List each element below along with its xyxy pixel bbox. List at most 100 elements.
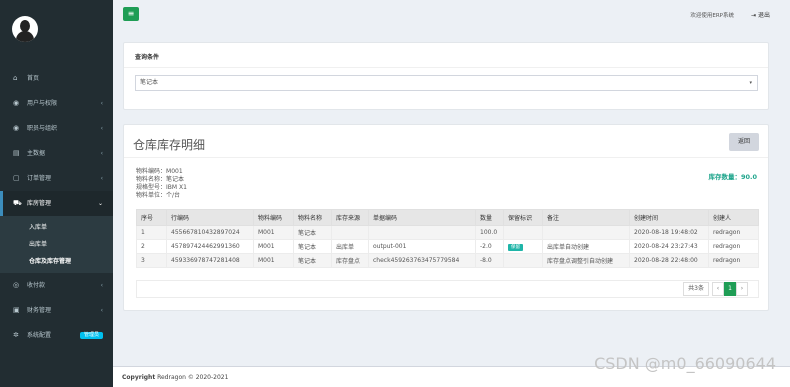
cell-material-name: 笔记本 (293, 253, 332, 268)
cell-material-name: 笔记本 (293, 239, 332, 254)
avatar[interactable] (12, 16, 38, 42)
material-select[interactable]: 笔记本 ▾ (135, 75, 758, 91)
cell-reserve: 保留 (503, 239, 543, 254)
inventory-table: 序号 行编码 物料编码 物料名称 库存来源 单据编码 数量 保留标识 备注 创建… (136, 209, 759, 268)
sidebar-item-label: 主数据 (27, 150, 46, 157)
total-count: 共3条 (683, 282, 709, 296)
submenu-item-outbound[interactable]: 出库单 (0, 236, 113, 253)
sidebar-menu: ⌂ 首页 ◉ 用户与权限 ‹ ◉ 职员与组织 ‹ ▤ 主数据 ‹ ▢ 订单管理 … (0, 66, 113, 348)
next-page-button[interactable]: › (736, 282, 748, 296)
sidebar: ⌂ 首页 ◉ 用户与权限 ‹ ◉ 职员与组织 ‹ ▤ 主数据 ‹ ▢ 订单管理 … (0, 0, 113, 387)
back-button[interactable]: 返回 (729, 133, 759, 151)
logout-button[interactable]: ⇥ 退出 (751, 10, 770, 19)
sidebar-item-label: 系统配置 (27, 332, 52, 339)
sidebar-item-master-data[interactable]: ▤ 主数据 ‹ (0, 141, 113, 166)
sidebar-toggle-button[interactable]: ≡ (123, 7, 139, 21)
divider (124, 157, 768, 158)
data-icon: ▤ (13, 149, 20, 157)
cell-doc-code (368, 225, 476, 240)
chevron-left-icon: ‹ (100, 175, 103, 182)
divider (124, 67, 768, 68)
cell-source: 出库单 (331, 239, 369, 254)
col-header: 创建人 (708, 209, 759, 226)
org-icon: ◉ (13, 124, 20, 132)
cell-quantity: 100.0 (475, 225, 504, 240)
submenu-item-inbound[interactable]: 入库单 (0, 219, 113, 236)
sidebar-item-label: 收付款 (27, 282, 46, 289)
col-header: 备注 (542, 209, 630, 226)
cell-remark: 库存盘点调整引自动创建 (542, 253, 630, 268)
cell-line-code: 455667810432897024 (166, 225, 254, 240)
pagination-bar (136, 280, 759, 298)
chevron-down-icon: ⌄ (97, 200, 103, 207)
page-1-button[interactable]: 1 (724, 282, 736, 296)
chevron-left-icon: ‹ (100, 150, 103, 157)
prev-page-button[interactable]: ‹ (712, 282, 724, 296)
top-navbar: ≡ 欢迎使用ERP系统 ⇥ 退出 (113, 0, 790, 30)
table-row[interactable]: 1 455667810432897024 M001 笔记本 100.0 2020… (136, 225, 759, 240)
cell-quantity: -2.0 (475, 239, 504, 254)
cell-created-at: 2020-08-28 22:48:00 (629, 253, 709, 268)
pagination: 共3条 ‹ 1 › (683, 282, 748, 296)
reserve-tag: 保留 (508, 243, 523, 251)
cell-material-code: M001 (253, 253, 294, 268)
user-panel (0, 0, 113, 66)
col-header: 行编码 (166, 209, 254, 226)
sidebar-item-orders[interactable]: ▢ 订单管理 ‹ (0, 166, 113, 191)
order-icon: ▢ (13, 174, 20, 182)
cell-creator: redragon (708, 225, 759, 240)
col-header: 物料名称 (293, 209, 332, 226)
material-info: 物料编码：M001 物料名称：笔记本 规格型号：IBM X1 物料单位：个/台 (136, 168, 187, 200)
col-header: 创建时间 (629, 209, 709, 226)
sidebar-item-label: 用户与权限 (27, 100, 58, 107)
cell-remark (542, 225, 630, 240)
col-header: 单据编码 (368, 209, 476, 226)
table-row[interactable]: 3 459336978747281408 M001 笔记本 库存盘点 check… (136, 253, 759, 268)
cell-material-code: M001 (253, 239, 294, 254)
material-select-value: 笔记本 (140, 79, 159, 86)
cell-index: 3 (136, 253, 167, 268)
sidebar-item-payments[interactable]: ◎ 收付款 ‹ (0, 273, 113, 298)
col-header: 库存来源 (331, 209, 369, 226)
sidebar-item-home[interactable]: ⌂ 首页 (0, 66, 113, 91)
cell-creator: redragon (708, 253, 759, 268)
col-header: 保留标识 (503, 209, 543, 226)
submenu-item-inventory[interactable]: 仓库及库存管理 (0, 253, 113, 270)
table-row[interactable]: 2 457897424462991360 M001 笔记本 出库单 output… (136, 239, 759, 254)
inventory-detail-panel: 仓库库存明细 返回 物料编码：M001 物料名称：笔记本 规格型号：IBM X1… (123, 124, 769, 311)
sidebar-item-org[interactable]: ◉ 职员与组织 ‹ (0, 116, 113, 141)
chevron-left-icon: ‹ (100, 125, 103, 132)
query-panel-title: 查询条件 (135, 54, 160, 61)
cell-source: 库存盘点 (331, 253, 369, 268)
sidebar-item-settings[interactable]: ✲ 系统配置 管理员 (0, 323, 113, 348)
cell-line-code: 457897424462991360 (166, 239, 254, 254)
cell-doc-code: output-001 (368, 239, 476, 254)
admin-badge: 管理员 (79, 332, 103, 339)
home-icon: ⌂ (13, 74, 18, 82)
cell-source (331, 225, 369, 240)
cell-line-code: 459336978747281408 (166, 253, 254, 268)
sidebar-item-users[interactable]: ◉ 用户与权限 ‹ (0, 91, 113, 116)
col-header: 数量 (475, 209, 504, 226)
user-icon: ◉ (13, 99, 20, 107)
cell-creator: redragon (708, 239, 759, 254)
sidebar-item-warehouse[interactable]: ⛟ 库房管理 ⌄ (0, 191, 113, 216)
sidebar-item-label: 财务管理 (27, 307, 52, 314)
finance-icon: ▣ (13, 306, 20, 314)
info-spec: 规格型号：IBM X1 (136, 184, 187, 191)
cell-index: 2 (136, 239, 167, 254)
col-header: 物料编码 (253, 209, 294, 226)
payment-icon: ◎ (13, 281, 20, 289)
chevron-left-icon: ‹ (100, 307, 103, 314)
welcome-text: 欢迎使用ERP系统 (690, 13, 734, 19)
cell-remark: 出库单自动创建 (542, 239, 630, 254)
cell-reserve (503, 225, 543, 240)
info-code: 物料编码：M001 (136, 168, 183, 175)
sidebar-item-finance[interactable]: ▣ 财务管理 ‹ (0, 298, 113, 323)
copyright: Copyright Redragon © 2020-2021 (122, 374, 229, 381)
warehouse-submenu: 入库单 出库单 仓库及库存管理 (0, 216, 113, 273)
avatar-body (16, 31, 34, 42)
warehouse-icon: ⛟ (13, 199, 22, 207)
col-header: 序号 (136, 209, 167, 226)
query-panel: 查询条件 笔记本 ▾ (123, 42, 769, 110)
